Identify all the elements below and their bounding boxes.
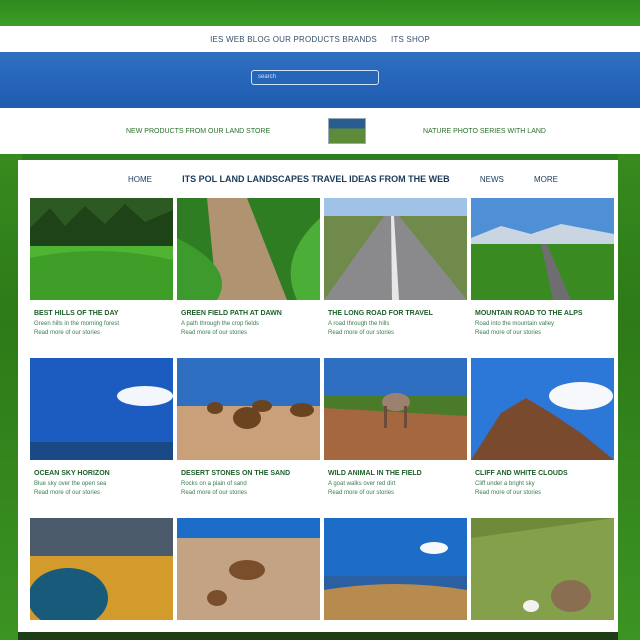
field-path-photo[interactable] (177, 198, 320, 300)
caption-l2: A path through the crop fields (181, 321, 260, 327)
hero-banner: search (0, 52, 640, 108)
sub-header: NEW PRODUCTS FROM OUR LAND STORE NATURE … (0, 108, 640, 154)
photo-grid: BEST HILLS OF THE DAY Green hills in the … (28, 198, 618, 620)
photo-card[interactable]: BEST HILLS OF THE DAY Green hills in the … (28, 198, 175, 358)
nav-home[interactable]: HOME (128, 175, 152, 184)
forest-hills-photo[interactable] (30, 198, 173, 300)
photo-caption: OCEAN SKY HORIZON Blue sky over the open … (28, 460, 175, 518)
caption-l3: Read more of our stories (328, 330, 395, 336)
photo-card[interactable] (322, 518, 469, 620)
caption-l2: Blue sky over the open sea (34, 481, 107, 487)
caption-l1[interactable]: DESERT STONES ON THE SAND (181, 470, 316, 477)
road-hills-photo[interactable] (324, 198, 467, 300)
caption-l1[interactable]: WILD ANIMAL IN THE FIELD (328, 470, 463, 477)
caption-l1[interactable]: THE LONG ROAD FOR TRAVEL (328, 310, 463, 317)
photo-caption: BEST HILLS OF THE DAY Green hills in the … (28, 300, 175, 358)
animal-field-photo[interactable] (324, 358, 467, 460)
sub-header-right[interactable]: NATURE PHOTO SERIES WITH LAND (423, 128, 546, 135)
caption-l2: A goat walks over red dirt (328, 481, 396, 487)
sub-header-left[interactable]: NEW PRODUCTS FROM OUR LAND STORE (126, 128, 270, 135)
bottom-bar (18, 632, 618, 640)
search-input[interactable]: search (251, 70, 379, 85)
caption-l3: Read more of our stories (34, 330, 101, 336)
caption-l1[interactable]: MOUNTAIN ROAD TO THE ALPS (475, 310, 610, 317)
featured-thumbnail[interactable] (327, 118, 366, 144)
ocean-sky-photo[interactable] (30, 358, 173, 460)
caption-l3: Read more of our stories (34, 490, 101, 496)
caption-l1[interactable]: CLIFF AND WHITE CLOUDS (475, 470, 610, 477)
caption-l3: Read more of our stories (475, 490, 542, 496)
photo-row: BEST HILLS OF THE DAY Green hills in the … (28, 198, 618, 358)
photo-card[interactable]: DESERT STONES ON THE SAND Rocks on a plai… (175, 358, 322, 518)
caption-l2: Rocks on a plain of sand (181, 481, 247, 487)
caption-l1[interactable]: BEST HILLS OF THE DAY (34, 310, 169, 317)
caption-l2: Road into the mountain valley (475, 321, 555, 327)
photo-caption: MOUNTAIN ROAD TO THE ALPS Road into the m… (469, 300, 616, 358)
caption-l2: Green hills in the morning forest (34, 321, 120, 327)
caption-l3: Read more of our stories (181, 330, 248, 336)
photo-card[interactable]: MOUNTAIN ROAD TO THE ALPS Road into the m… (469, 198, 616, 358)
caption-l3: Read more of our stories (475, 330, 542, 336)
content-panel: HOME ITS POL LAND LANDSCAPES TRAVEL IDEA… (18, 160, 618, 640)
mountain-road-photo[interactable] (471, 198, 614, 300)
cliff-clouds-photo[interactable] (471, 358, 614, 460)
photo-caption: THE LONG ROAD FOR TRAVEL A road through t… (322, 300, 469, 358)
photo-card[interactable] (28, 518, 175, 620)
top-nav-link-1[interactable]: IES WEB BLOG OUR PRODUCTS BRANDS (210, 35, 377, 44)
caption-l1[interactable]: GREEN FIELD PATH AT DAWN (181, 310, 316, 317)
photo-card[interactable]: CLIFF AND WHITE CLOUDS Cliff under a brig… (469, 358, 616, 518)
caption-l3: Read more of our stories (328, 490, 395, 496)
desert-road-photo[interactable] (177, 518, 320, 620)
photo-card[interactable]: WILD ANIMAL IN THE FIELD A goat walks ove… (322, 358, 469, 518)
photo-card[interactable]: THE LONG ROAD FOR TRAVEL A road through t… (322, 198, 469, 358)
photo-caption: GREEN FIELD PATH AT DAWN A path through t… (175, 300, 322, 358)
caption-l1[interactable]: OCEAN SKY HORIZON (34, 470, 169, 477)
desert-rocks-photo[interactable] (177, 358, 320, 460)
top-nav: IES WEB BLOG OUR PRODUCTS BRANDS ITS SHO… (0, 26, 640, 52)
top-nav-link-2[interactable]: ITS SHOP (391, 35, 430, 44)
caption-l2: A road through the hills (328, 321, 390, 327)
top-strip (0, 0, 640, 28)
content-title: ITS POL LAND LANDSCAPES TRAVEL IDEAS FRO… (182, 174, 450, 184)
photo-card[interactable] (175, 518, 322, 620)
photo-card[interactable]: OCEAN SKY HORIZON Blue sky over the open … (28, 358, 175, 518)
rocky-hillside-photo[interactable] (471, 518, 614, 620)
nav-more[interactable]: MORE (534, 175, 558, 184)
photo-row (28, 518, 618, 620)
photo-caption: DESERT STONES ON THE SAND Rocks on a plai… (175, 460, 322, 518)
shore-bushes-photo[interactable] (324, 518, 467, 620)
caption-l3: Read more of our stories (181, 490, 248, 496)
lake-cliffs-photo[interactable] (30, 518, 173, 620)
content-header: HOME ITS POL LAND LANDSCAPES TRAVEL IDEA… (18, 160, 618, 198)
caption-l2: Cliff under a bright sky (475, 481, 535, 487)
photo-caption: CLIFF AND WHITE CLOUDS Cliff under a brig… (469, 460, 616, 518)
photo-card[interactable]: GREEN FIELD PATH AT DAWN A path through t… (175, 198, 322, 358)
photo-row: OCEAN SKY HORIZON Blue sky over the open … (28, 358, 618, 518)
photo-card[interactable] (469, 518, 616, 620)
photo-caption: WILD ANIMAL IN THE FIELD A goat walks ove… (322, 460, 469, 518)
nav-news[interactable]: NEWS (480, 175, 504, 184)
